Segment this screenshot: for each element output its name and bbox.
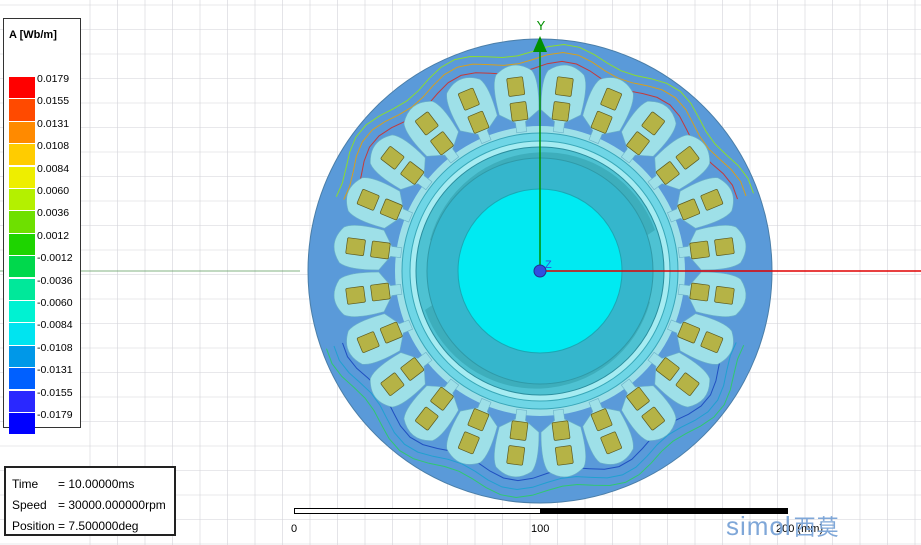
position-row: Position = 7.500000deg (12, 518, 138, 534)
legend-value: 0.0108 (37, 140, 70, 153)
time-value: = 10.00000ms (58, 477, 135, 491)
scale-bar (294, 508, 788, 516)
coil (506, 445, 525, 466)
simol-logo: simol西莫 (726, 510, 840, 542)
legend-swatch (9, 233, 35, 256)
coil (714, 237, 735, 256)
legend-swatch (9, 390, 35, 412)
coil (551, 420, 571, 441)
legend-value: -0.0084 (37, 319, 73, 332)
legend-swatch (9, 121, 35, 144)
legend-value: 0.0179 (37, 73, 70, 85)
legend-value: -0.0131 (37, 364, 73, 377)
legend-value: -0.0108 (37, 341, 73, 354)
legend-swatch (9, 301, 35, 323)
speed-value: = 30000.000000rpm (58, 498, 166, 512)
coil (689, 240, 710, 260)
color-legend: A [Wb/m] 0.0179 0.0155 0.0131 0.0108 0.0084 0… (3, 18, 81, 435)
legend-title: A [Wb/m] (9, 29, 57, 41)
coil (370, 240, 391, 260)
legend-value: 0.0084 (37, 162, 70, 175)
legend-swatch (9, 345, 35, 368)
scale-bar-white-half (294, 508, 541, 514)
legend-swatch (9, 256, 35, 278)
speed-label: Speed (12, 498, 47, 512)
time-row: Time = 10.00000ms (12, 476, 134, 492)
coil (714, 286, 735, 305)
legend-swatch (9, 278, 35, 300)
legend-swatch (9, 413, 35, 435)
position-value: = 7.500000deg (58, 519, 139, 533)
time-label: Time (12, 477, 39, 491)
legend-swatch (9, 368, 35, 390)
speed-row: Speed = 30000.000000rpm (12, 497, 166, 513)
z-axis-label: Z (545, 259, 552, 271)
simulation-info-box: Time = 10.00000ms Speed = 30000.000000rpm … (4, 466, 176, 536)
coil (370, 282, 391, 302)
legend-swatch (9, 144, 35, 166)
coil (345, 286, 366, 305)
legend-value: 0.0131 (37, 117, 70, 130)
logo-chinese: 西莫 (793, 515, 840, 540)
coil (555, 76, 574, 97)
legend-value: 0.0036 (37, 207, 70, 220)
legend-swatch (9, 323, 35, 345)
legend-value: -0.0179 (37, 409, 73, 421)
coil (555, 445, 574, 466)
scale-tick-0: 0 (291, 523, 298, 535)
legend-swatch (9, 166, 35, 188)
logo-latin: simol (726, 511, 792, 541)
coil (509, 420, 529, 441)
legend-value: -0.0155 (37, 386, 73, 399)
legend-value: 0.0060 (37, 185, 70, 197)
y-axis-label: Y (537, 18, 546, 33)
legend-swatch (9, 211, 35, 233)
coil (689, 282, 710, 302)
field-plot-viewport[interactable]: Y Z (0, 0, 921, 545)
coil (506, 76, 525, 97)
coil (551, 101, 571, 122)
legend-value: -0.0036 (37, 274, 73, 287)
legend-value: -0.0012 (37, 252, 73, 265)
legend-value: 0.0155 (37, 95, 70, 108)
legend-swatch (9, 99, 35, 121)
position-label: Position (12, 519, 55, 533)
scale-tick-100: 100 (531, 523, 550, 535)
coil (509, 101, 529, 122)
legend-value: -0.0060 (37, 297, 73, 309)
legend-value: 0.0012 (37, 229, 70, 242)
coil (345, 237, 366, 256)
legend-swatch (9, 189, 35, 211)
legend-swatch (9, 77, 35, 99)
